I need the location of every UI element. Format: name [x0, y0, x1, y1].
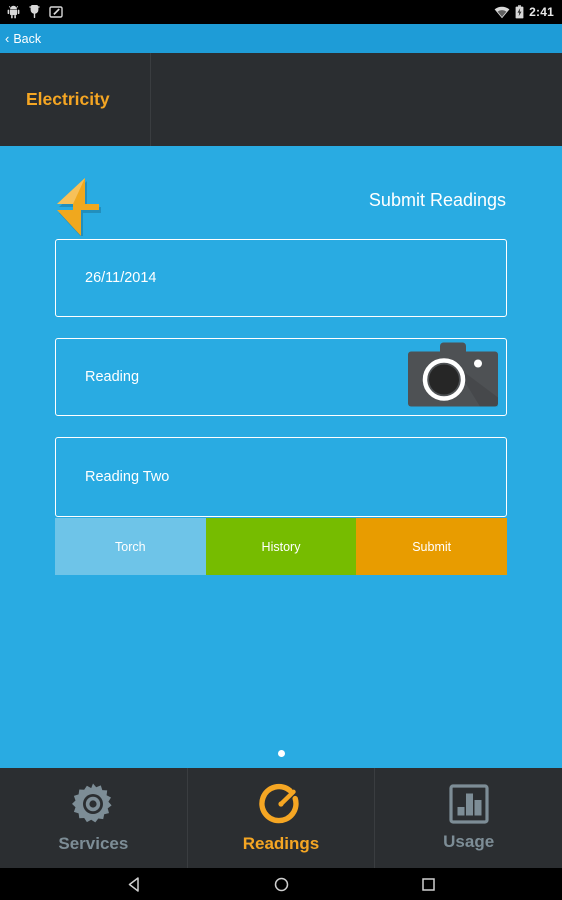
recents-square-icon	[421, 877, 435, 891]
nav-item-usage-label: Usage	[443, 832, 495, 851]
status-bar-notification-icons	[0, 5, 63, 19]
usb-debug-icon	[29, 5, 40, 18]
back-button-label: Back	[13, 31, 42, 46]
app-bar: ‹ Back	[0, 24, 562, 53]
reading-field[interactable]: Reading	[55, 338, 507, 416]
android-robot-icon	[7, 5, 20, 19]
screenshot-icon	[49, 6, 63, 18]
date-field[interactable]: 26/11/2014	[55, 239, 507, 317]
gear-icon	[72, 783, 112, 823]
action-button-row: Torch History Submit	[55, 518, 508, 575]
wifi-icon	[494, 6, 510, 18]
status-bar-clock: 2:41	[529, 5, 554, 19]
app-screen: 2:41 ‹ Back Electricity Submit Readings	[0, 0, 562, 900]
battery-charging-icon	[515, 5, 524, 19]
camera-icon[interactable]	[408, 342, 498, 412]
nav-item-services[interactable]: Services	[0, 768, 187, 868]
gauge-icon	[259, 783, 299, 824]
lightning-bolt-icon	[55, 178, 109, 241]
content-header: Submit Readings	[0, 178, 562, 239]
back-button[interactable]: ‹ Back	[0, 32, 41, 46]
nav-item-readings[interactable]: Readings	[186, 768, 375, 868]
torch-button[interactable]: Torch	[55, 518, 206, 575]
system-home-button[interactable]	[273, 876, 290, 893]
tab-strip: Electricity	[0, 53, 562, 146]
page-title: Submit Readings	[368, 190, 506, 210]
reading-two-field[interactable]: Reading Two	[55, 437, 507, 517]
date-field-value: 26/11/2014	[85, 270, 157, 286]
page-indicator-dot[interactable]	[277, 750, 285, 757]
back-triangle-icon	[128, 876, 139, 892]
system-back-button[interactable]	[126, 876, 143, 893]
bottom-navigation: Services Readings Usage	[0, 768, 562, 868]
bar-chart-icon	[449, 784, 489, 824]
reading-two-field-value: Reading Two	[85, 469, 170, 485]
page-indicator	[0, 750, 562, 757]
nav-item-usage[interactable]: Usage	[374, 768, 562, 868]
main-content: Submit Readings 26/11/2014 Reading Readi…	[0, 146, 562, 768]
home-circle-icon	[274, 877, 288, 891]
android-status-bar: 2:41	[0, 0, 562, 24]
nav-item-services-label: Services	[58, 834, 129, 853]
submit-button[interactable]: Submit	[356, 518, 508, 575]
tab-electricity-label: Electricity	[26, 89, 110, 109]
status-bar-system-icons: 2:41	[494, 5, 562, 19]
history-button[interactable]: History	[205, 518, 357, 575]
tab-electricity[interactable]: Electricity	[0, 53, 150, 146]
system-navigation-bar	[0, 868, 562, 900]
reading-field-value: Reading	[85, 369, 140, 385]
chevron-left-icon: ‹	[5, 31, 10, 46]
system-recents-button[interactable]	[420, 876, 437, 893]
tab-strip-empty-area	[150, 53, 562, 146]
nav-item-readings-label: Readings	[242, 834, 320, 853]
